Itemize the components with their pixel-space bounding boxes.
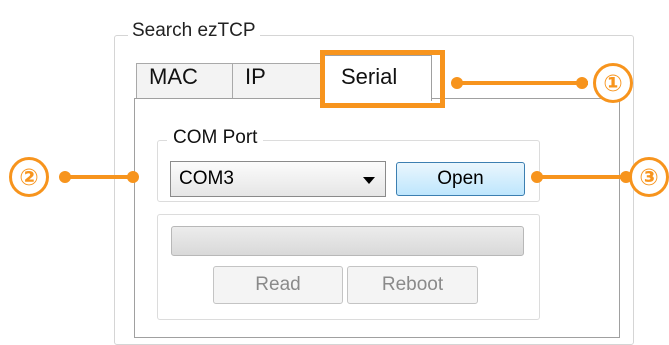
dropdown-arrow-icon	[363, 177, 375, 184]
callout-dot-3	[531, 171, 543, 183]
tab-ip-label: IP	[245, 64, 266, 89]
callout-line-2	[65, 175, 133, 179]
com-port-select[interactable]: COM3	[170, 161, 386, 197]
callout-number-2: ②	[9, 157, 49, 197]
tab-mac-label: MAC	[149, 64, 198, 89]
read-button[interactable]: Read	[213, 266, 343, 304]
tab-mac[interactable]: MAC	[136, 63, 234, 99]
reboot-button[interactable]: Reboot	[347, 266, 478, 304]
open-button[interactable]: Open	[396, 162, 525, 196]
com-port-title: COM Port	[167, 127, 264, 149]
callout-dot-2b	[127, 171, 139, 183]
callout-number-3: ③	[629, 157, 669, 197]
callout-box-1	[320, 50, 445, 108]
callout-line-3	[537, 175, 629, 179]
tab-ip[interactable]: IP	[232, 63, 328, 99]
callout-number-1: ①	[593, 63, 633, 103]
com-port-value: COM3	[179, 168, 234, 189]
callout-dot-2	[59, 171, 71, 183]
callout-dot-1	[451, 77, 463, 89]
search-eztcp-title: Search ezTCP	[128, 20, 260, 42]
callout-line-1	[457, 81, 588, 85]
callout-dot-1b	[576, 77, 588, 89]
progress-bar	[171, 226, 524, 256]
